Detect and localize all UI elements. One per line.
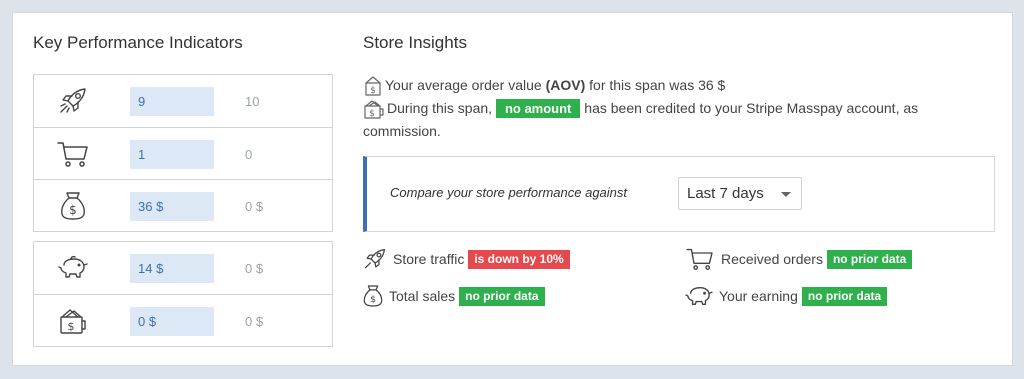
compare-box: Compare your store performance against L… [363, 156, 995, 232]
svg-text:$: $ [370, 86, 376, 96]
rocket-icon [363, 247, 387, 271]
kpi-value: 0 $ [130, 307, 214, 336]
kpi-row-commission: $ 0 $ 0 $ [34, 294, 332, 346]
money-bag-icon: $ [56, 191, 90, 221]
stat-label: Received orders [721, 251, 823, 267]
wallet-icon: $ [56, 306, 90, 336]
tag-icon: $ [363, 76, 383, 96]
kpi-previous-value: 0 $ [245, 261, 264, 276]
stat-badge: is down by 10% [468, 249, 570, 269]
piggy-bank-icon [685, 284, 713, 308]
aov-line: $ Your average order value (AOV) for thi… [363, 75, 725, 96]
cart-icon [56, 139, 90, 169]
kpi-table-secondary: 14 $ 0 $ $ 0 $ 0 $ [33, 241, 333, 347]
kpi-row-traffic: 9 10 [34, 75, 332, 127]
caret-down-icon [781, 192, 791, 197]
kpi-value: 36 $ [130, 192, 214, 221]
money-bag-icon: $ [363, 284, 383, 308]
aov-suffix: for this span was 36 $ [589, 77, 726, 93]
insights-title: Store Insights [363, 33, 467, 52]
wallet-icon: $ [363, 99, 385, 119]
svg-text:$: $ [369, 109, 375, 119]
kpi-table-primary: 9 10 1 0 $ 36 $ 0 $ [33, 74, 333, 232]
kpi-previous-value: 0 $ [245, 314, 264, 329]
credit-prefix: During this span, [387, 100, 493, 116]
svg-text:$: $ [68, 320, 75, 333]
svg-text:$: $ [69, 203, 77, 217]
stat-badge: no prior data [459, 286, 545, 306]
stat-label: Your earning [719, 288, 798, 304]
credit-line-continued: commission. [363, 123, 441, 139]
credit-badge: no amount [495, 99, 581, 118]
stat-your-earning: Your earning no prior data [685, 284, 888, 308]
kpi-row-sales: $ 36 $ 0 $ [34, 179, 332, 231]
aov-prefix: Your average order value [385, 77, 542, 93]
stat-total-sales: $ Total sales no prior data [363, 284, 545, 308]
compare-label: Compare your store performance against [390, 185, 628, 200]
stat-badge: no prior data [826, 249, 913, 269]
cart-icon [685, 247, 715, 271]
kpi-previous-value: 10 [245, 94, 260, 109]
period-select-value: Last 7 days [687, 185, 764, 202]
period-select[interactable]: Last 7 days [678, 177, 802, 210]
stat-label: Total sales [389, 288, 456, 304]
svg-text:$: $ [370, 294, 376, 305]
piggy-bank-icon [56, 253, 90, 283]
credit-line: $ During this span, no amount has been c… [363, 98, 983, 119]
kpi-previous-value: 0 $ [245, 199, 264, 214]
stat-received-orders: Received orders no prior data [685, 247, 913, 271]
stat-label: Store traffic [393, 251, 465, 267]
stat-store-traffic: Store traffic is down by 10% [363, 247, 570, 271]
kpi-row-earning: 14 $ 0 $ [34, 242, 332, 294]
aov-bold: (AOV) [545, 77, 586, 93]
rocket-icon [56, 86, 90, 116]
kpi-value: 1 [130, 140, 214, 169]
kpi-row-orders: 1 0 [34, 127, 332, 179]
kpi-value: 14 $ [130, 254, 214, 283]
kpi-value: 9 [130, 87, 214, 116]
kpi-title: Key Performance Indicators [33, 33, 243, 52]
credit-suffix: has been credited to your Stripe Masspay… [584, 100, 919, 116]
kpi-previous-value: 0 [245, 147, 253, 162]
stat-badge: no prior data [801, 286, 888, 306]
